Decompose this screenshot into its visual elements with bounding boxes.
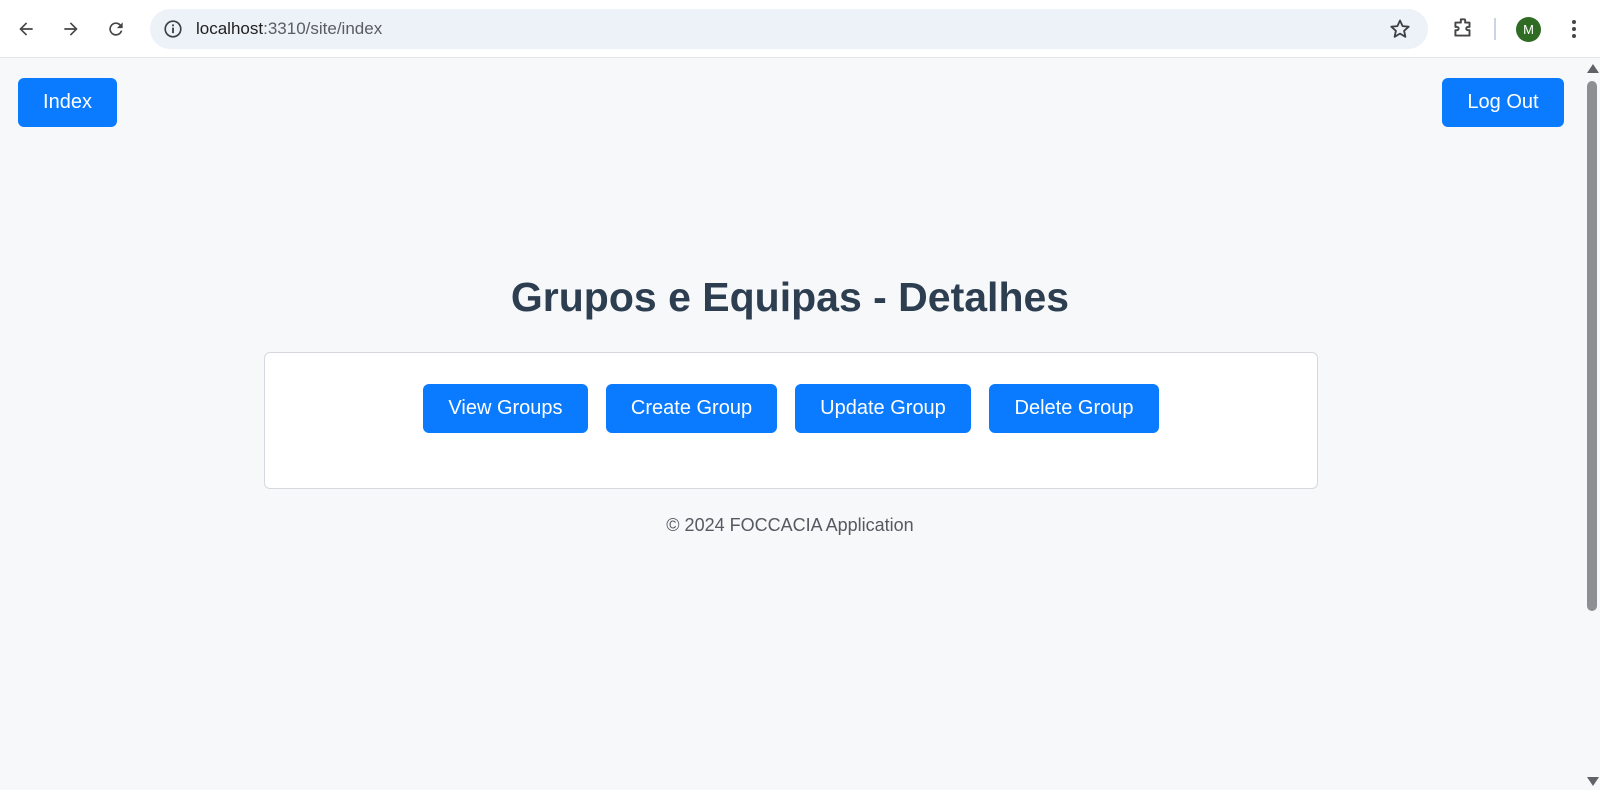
vertical-scrollbar[interactable] xyxy=(1584,59,1600,790)
create-group-button[interactable]: Create Group xyxy=(606,384,777,433)
update-group-button[interactable]: Update Group xyxy=(795,384,971,433)
footer-copyright: © 2024 FOCCACIA Application xyxy=(666,515,914,535)
scroll-thumb[interactable] xyxy=(1587,81,1597,611)
url-text[interactable]: localhost:3310/site/index xyxy=(196,19,382,39)
page-title: Grupos e Equipas - Detalhes xyxy=(510,274,1070,320)
toolbar-divider xyxy=(1494,18,1496,40)
index-button[interactable]: Index xyxy=(18,78,117,127)
bookmark-star-icon[interactable] xyxy=(1388,17,1412,41)
url-host: localhost xyxy=(196,19,264,38)
scroll-down-arrow-icon[interactable] xyxy=(1587,777,1599,786)
reload-icon[interactable] xyxy=(100,13,132,45)
logout-button[interactable]: Log Out xyxy=(1442,78,1564,127)
extensions-icon[interactable] xyxy=(1450,15,1476,41)
site-info-icon[interactable] xyxy=(162,18,184,40)
address-bar[interactable]: localhost:3310/site/index xyxy=(150,9,1428,49)
url-path: :3310/site/index xyxy=(263,19,383,38)
profile-avatar[interactable]: M xyxy=(1516,17,1541,42)
more-menu-icon[interactable] xyxy=(1562,14,1586,44)
view-groups-button[interactable]: View Groups xyxy=(423,384,588,433)
browser-toolbar: localhost:3310/site/index M xyxy=(0,0,1600,58)
forward-arrow-icon[interactable] xyxy=(55,13,87,45)
scroll-up-arrow-icon[interactable] xyxy=(1587,64,1599,73)
back-arrow-icon[interactable] xyxy=(10,13,42,45)
delete-group-button[interactable]: Delete Group xyxy=(989,384,1159,433)
